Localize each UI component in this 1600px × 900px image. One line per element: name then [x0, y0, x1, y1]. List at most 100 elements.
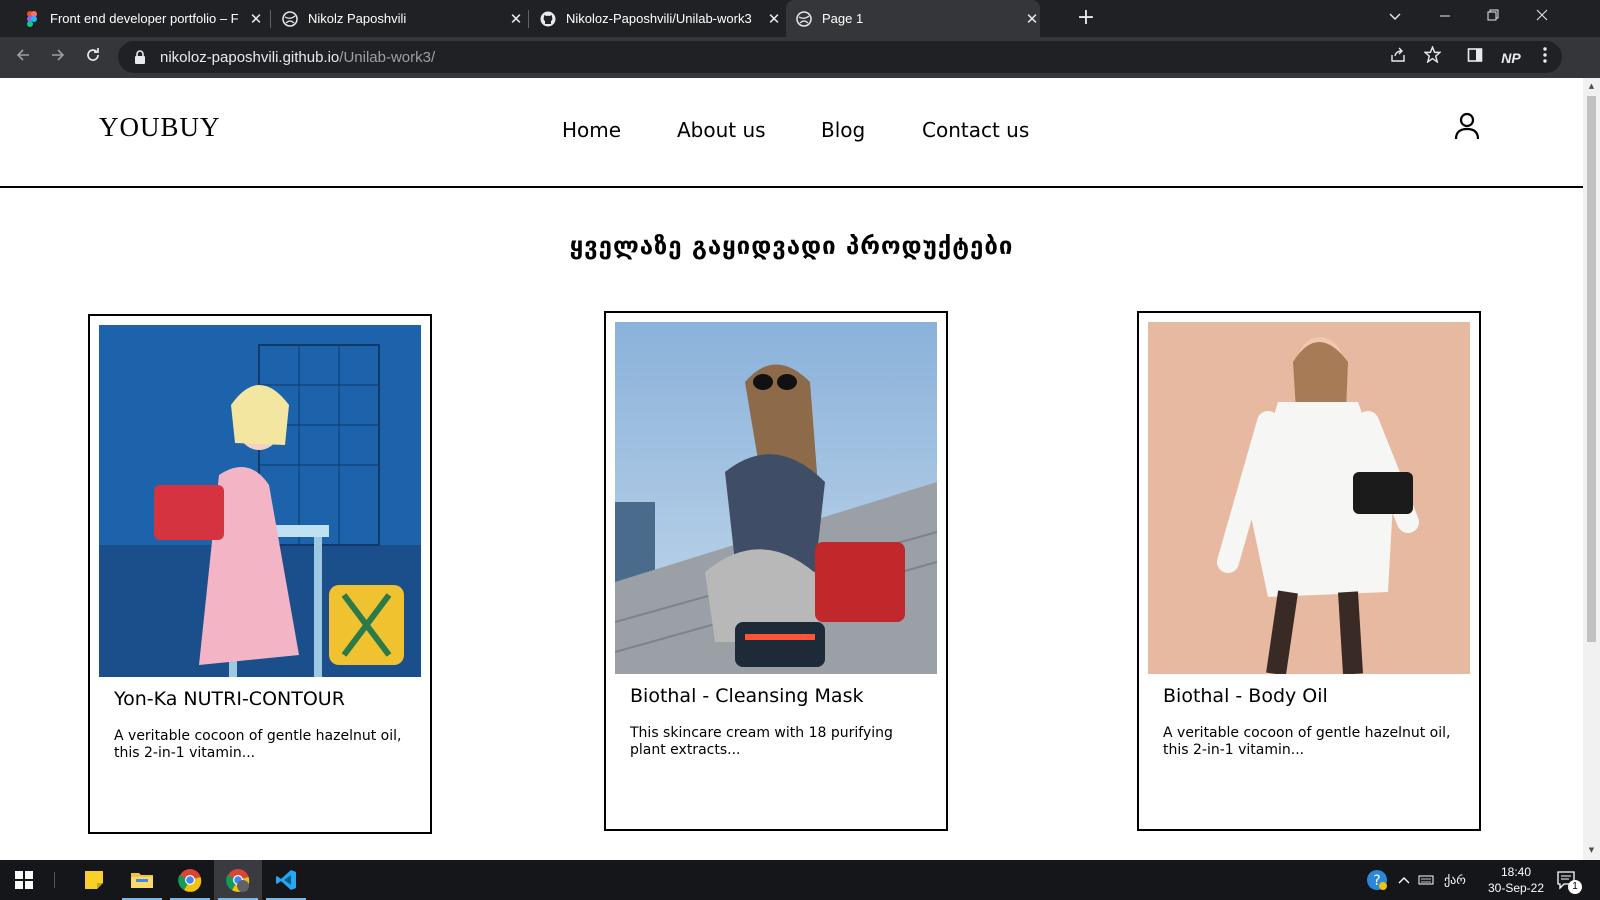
new-tab-button[interactable]: + — [1072, 4, 1100, 32]
tab-title: Nikoloz-Paposhvili/Unilab-work3 — [566, 11, 752, 26]
close-tab-icon[interactable]: ✕ — [1024, 10, 1040, 28]
forward-button[interactable] — [44, 44, 72, 72]
globe-icon — [282, 10, 298, 27]
chevron-down-icon — [1389, 13, 1401, 20]
taskbar-sticky-notes[interactable] — [70, 860, 118, 900]
taskbar-file-explorer[interactable] — [118, 860, 166, 900]
tab-separator — [270, 10, 271, 28]
side-panel-button[interactable] — [1461, 44, 1489, 72]
keyboard-icon — [1418, 875, 1434, 885]
scroll-up-arrow-icon[interactable]: ▲ — [1587, 82, 1596, 90]
globe-icon — [796, 10, 812, 27]
clock-date: 30-Sep-22 — [1487, 881, 1545, 895]
taskbar-clock[interactable]: 18:40 30-Sep-22 — [1480, 864, 1552, 896]
product-image — [615, 322, 937, 674]
scroll-down-arrow-icon[interactable]: ▼ — [1587, 846, 1596, 854]
windows-icon — [15, 871, 33, 889]
restore-button[interactable] — [1470, 0, 1516, 37]
product-description: A veritable cocoon of gentle hazelnut oi… — [1163, 725, 1451, 758]
chrome-icon — [178, 869, 202, 892]
url-text: nikoloz-paposhvili.github.io/Unilab-work… — [160, 49, 435, 66]
page-viewport: YOUBUY Home About us Blog Contact us ყვე… — [0, 78, 1583, 860]
windows-taskbar: ? ქარ 18:40 30-Sep-22 1 — [0, 860, 1600, 900]
clock-time: 18:40 — [1500, 865, 1532, 879]
tab-search-button[interactable] — [1372, 0, 1418, 37]
page-scrollbar[interactable]: ▲ ▼ — [1583, 78, 1600, 860]
product-image — [1148, 322, 1470, 674]
product-name[interactable]: Yon-Ka NUTRI-CONTOUR — [114, 688, 345, 710]
tab-github[interactable]: Nikoloz-Paposhvili/Unilab-work3 ✕ — [530, 0, 782, 37]
close-window-button[interactable] — [1519, 0, 1565, 37]
chevron-up-icon — [1398, 877, 1410, 884]
close-tab-icon[interactable]: ✕ — [248, 10, 264, 28]
menu-button[interactable] — [1531, 44, 1559, 72]
sticky-notes-icon — [85, 871, 103, 889]
nav-about-us[interactable]: About us — [677, 118, 766, 142]
tab-title: Page 1 — [822, 11, 864, 26]
close-tab-icon[interactable]: ✕ — [766, 10, 782, 28]
scrollbar-thumb[interactable] — [1587, 96, 1596, 642]
taskbar-chrome[interactable] — [166, 860, 214, 900]
back-button[interactable] — [9, 44, 37, 72]
bookmark-button[interactable] — [1418, 44, 1446, 72]
address-bar[interactable]: nikoloz-paposhvili.github.io/Unilab-work… — [118, 41, 1562, 73]
product-name[interactable]: Biothal - Cleansing Mask — [630, 685, 863, 707]
folder-icon — [131, 873, 153, 888]
nav-contact-us[interactable]: Contact us — [922, 118, 1029, 142]
reload-icon — [87, 48, 99, 61]
notification-center-button[interactable]: 1 — [1556, 860, 1582, 900]
taskbar-vscode[interactable] — [262, 860, 310, 900]
taskbar-chrome-profile[interactable] — [214, 860, 262, 900]
arrow-right-icon — [52, 49, 65, 61]
tab-separator — [528, 10, 529, 28]
url-host: nikoloz-paposhvili.github.io — [160, 48, 340, 66]
vscode-icon — [276, 870, 296, 890]
tab-title: Front end developer portfolio – F — [50, 11, 239, 26]
show-hidden-icons[interactable] — [1398, 860, 1410, 900]
keyboard-tray-icon[interactable] — [1418, 860, 1434, 900]
product-image — [99, 325, 421, 677]
site-header: YOUBUY Home About us Blog Contact us — [0, 78, 1583, 188]
browser-tab-strip: Front end developer portfolio – F ✕ Niko… — [0, 0, 1600, 37]
close-icon — [1536, 9, 1548, 21]
nav-home[interactable]: Home — [562, 118, 621, 142]
taskbar-divider — [54, 872, 55, 888]
more-vert-icon — [1543, 47, 1547, 63]
arrow-left-icon — [16, 49, 29, 61]
product-card[interactable]: Biothal - Body Oil A veritable cocoon of… — [1137, 311, 1481, 831]
restore-icon — [1487, 9, 1499, 21]
chrome-profile-icon — [226, 869, 250, 892]
help-tray-icon[interactable]: ? — [1366, 860, 1388, 900]
profile-button[interactable]: NP — [1497, 44, 1525, 72]
product-card[interactable]: Biothal - Cleansing Mask This skincare c… — [604, 311, 948, 831]
language-indicator[interactable]: ქარ — [1444, 860, 1466, 900]
minimize-icon — [1440, 15, 1450, 17]
section-title: ყველაზე გაყიდვადი პროდუქტები — [569, 232, 1014, 260]
share-button[interactable] — [1384, 44, 1412, 72]
product-description: A veritable cocoon of gentle hazelnut oi… — [114, 728, 402, 761]
minimize-button[interactable] — [1422, 0, 1468, 37]
browser-toolbar: nikoloz-paposhvili.github.io/Unilab-work… — [0, 37, 1600, 78]
tab-page1-active[interactable]: Page 1 ✕ — [786, 0, 1040, 37]
tab-title: Nikolz Paposhvili — [308, 11, 407, 26]
url-path: /Unilab-work3/ — [339, 48, 436, 66]
github-icon — [540, 11, 556, 26]
product-name[interactable]: Biothal - Body Oil — [1163, 685, 1328, 707]
reload-button[interactable] — [79, 44, 107, 72]
side-panel-icon — [1467, 48, 1483, 62]
star-icon — [1422, 45, 1442, 64]
product-description: This skincare cream with 18 purifying pl… — [630, 725, 893, 758]
start-button[interactable] — [0, 860, 48, 900]
lock-icon — [135, 50, 145, 64]
figma-icon — [27, 10, 37, 27]
help-icon: ? — [1367, 870, 1387, 890]
site-logo[interactable]: YOUBUY — [99, 112, 221, 143]
notification-count-badge: 1 — [1568, 880, 1582, 894]
nav-blog[interactable]: Blog — [821, 118, 865, 142]
share-icon — [1391, 47, 1405, 62]
tab-figma[interactable]: Front end developer portfolio – F ✕ — [14, 0, 264, 37]
user-icon[interactable] — [1454, 112, 1480, 140]
tab-portfolio[interactable]: Nikolz Paposhvili ✕ — [272, 0, 524, 37]
close-tab-icon[interactable]: ✕ — [508, 10, 524, 28]
product-card[interactable]: Yon-Ka NUTRI-CONTOUR A veritable cocoon … — [88, 314, 432, 834]
